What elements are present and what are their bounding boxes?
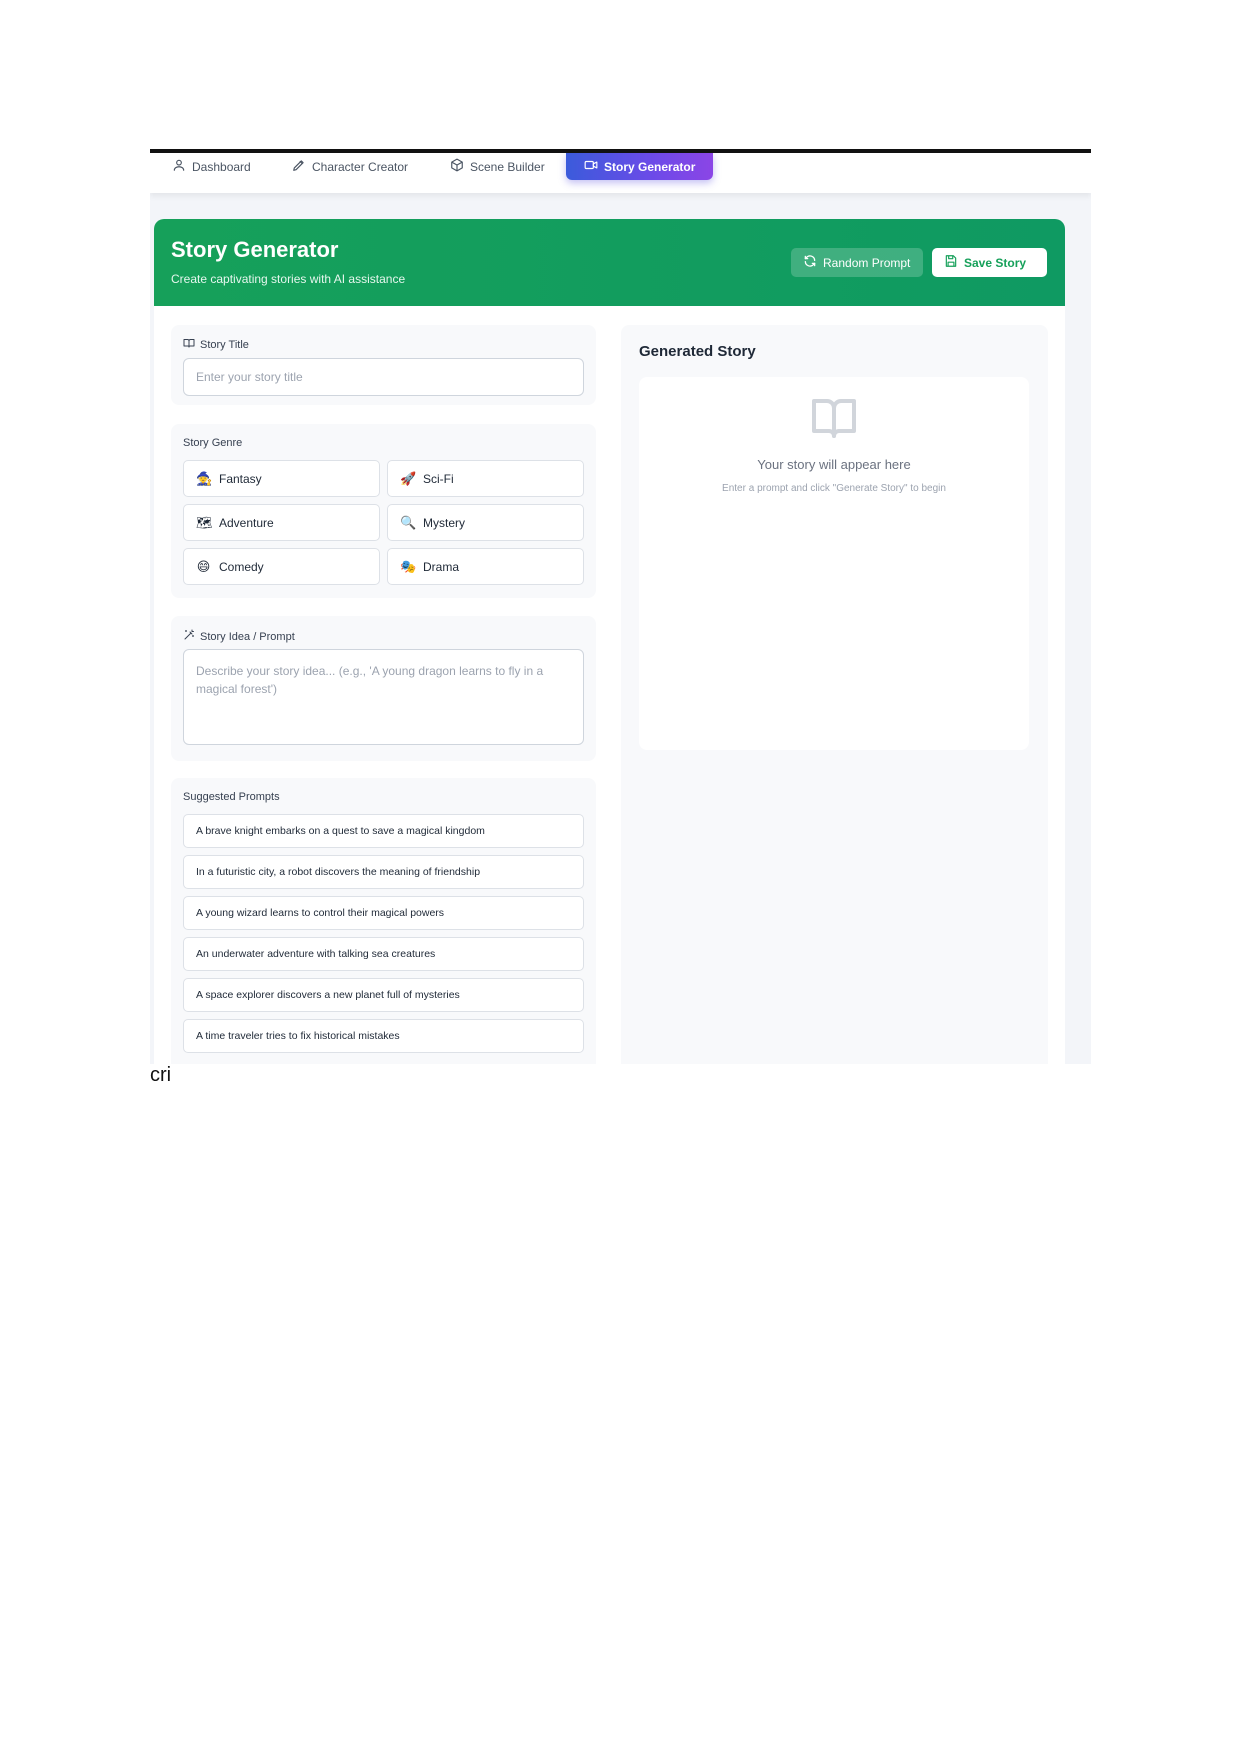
map-icon: 🗺: [196, 514, 213, 530]
magnifier-icon: 🔍: [400, 514, 417, 530]
genre-label: Fantasy: [219, 471, 262, 486]
video-icon: [584, 158, 598, 175]
footer-text: cri: [150, 1064, 172, 1086]
empty-state-title: Your story will appear here: [757, 457, 911, 472]
empty-state-hint: Enter a prompt and click "Generate Story…: [722, 483, 946, 494]
genre-sci-fi[interactable]: 🚀 Sci-Fi: [387, 460, 584, 497]
suggested-prompt[interactable]: A brave knight embarks on a quest to sav…: [183, 814, 584, 848]
genre-label: Comedy: [219, 559, 264, 574]
book-open-icon: [810, 395, 858, 440]
page-title: Story Generator: [171, 237, 339, 262]
genre-comedy[interactable]: 😄 Comedy: [183, 548, 380, 585]
suggested-prompt[interactable]: A space explorer discovers a new planet …: [183, 978, 584, 1012]
generated-story-panel: Generated Story Your story will appear h…: [621, 325, 1048, 1064]
suggested-prompts-section: Suggested Prompts A brave knight embarks…: [171, 778, 596, 1064]
rocket-icon: 🚀: [400, 470, 417, 486]
story-prompt-label-row: Story Idea / Prompt: [183, 629, 295, 644]
top-navigation: Dashboard Character Creator Scene Builde…: [150, 153, 1091, 193]
save-icon: [944, 254, 958, 271]
random-prompt-button[interactable]: Random Prompt: [791, 248, 923, 277]
page-header: Story Generator Create captivating stori…: [154, 219, 1065, 306]
save-story-button[interactable]: Save Story: [932, 248, 1047, 277]
suggested-prompt[interactable]: A young wizard learns to control their m…: [183, 896, 584, 930]
magic-wand-icon: [183, 629, 195, 644]
story-prompt-textarea[interactable]: [183, 649, 584, 745]
genre-mystery[interactable]: 🔍 Mystery: [387, 504, 584, 541]
wizard-icon: 🧙: [196, 470, 213, 486]
nav-character-creator-label: Character Creator: [312, 159, 409, 174]
book-open-icon: [183, 337, 195, 352]
genre-label: Drama: [423, 559, 460, 574]
brush-icon: [292, 158, 306, 175]
nav-story-generator[interactable]: Story Generator: [566, 153, 714, 180]
smile-icon: 😄: [196, 558, 211, 574]
story-genre-section: Story Genre 🧙 Fantasy 🚀 Sci-Fi 🗺 Adventu…: [171, 424, 596, 598]
nav-character-creator[interactable]: Character Creator: [292, 153, 408, 180]
genre-fantasy[interactable]: 🧙 Fantasy: [183, 460, 380, 497]
story-generator-card: Story Generator Create captivating stori…: [154, 219, 1065, 1064]
suggested-prompt[interactable]: In a futuristic city, a robot discovers …: [183, 855, 584, 889]
generated-story-title: Generated Story: [639, 343, 756, 360]
genre-label: Mystery: [423, 515, 465, 530]
genre-adventure[interactable]: 🗺 Adventure: [183, 504, 380, 541]
user-icon: [172, 158, 186, 175]
theater-masks-icon: 🎭: [400, 558, 417, 574]
random-prompt-label: Random Prompt: [823, 255, 911, 270]
cube-icon: [450, 158, 464, 175]
story-prompt-label: Story Idea / Prompt: [200, 630, 295, 643]
page-subtitle: Create captivating stories with AI assis…: [171, 272, 406, 286]
nav-story-generator-label: Story Generator: [604, 159, 696, 174]
refresh-icon: [803, 254, 817, 271]
nav-dashboard[interactable]: Dashboard: [172, 153, 251, 180]
story-prompt-section: Story Idea / Prompt: [171, 616, 596, 761]
genre-label: Sci-Fi: [423, 471, 454, 486]
nav-scene-builder-label: Scene Builder: [470, 159, 545, 174]
nav-scene-builder[interactable]: Scene Builder: [450, 153, 545, 180]
suggested-prompt[interactable]: An underwater adventure with talking sea…: [183, 937, 584, 971]
suggested-prompt[interactable]: A time traveler tries to fix historical …: [183, 1019, 584, 1053]
story-title-section: Story Title: [171, 325, 596, 405]
genre-drama[interactable]: 🎭 Drama: [387, 548, 584, 585]
story-title-input[interactable]: [183, 358, 584, 396]
app-frame: Dashboard Character Creator Scene Builde…: [150, 149, 1091, 1064]
nav-dashboard-label: Dashboard: [192, 159, 251, 174]
genre-label: Adventure: [219, 515, 274, 530]
story-genre-label: Story Genre: [183, 437, 243, 449]
save-story-label: Save Story: [964, 255, 1027, 270]
story-title-label: Story Title: [200, 338, 249, 351]
story-output-area: Your story will appear here Enter a prom…: [639, 377, 1029, 750]
story-title-label-row: Story Title: [183, 337, 249, 352]
suggested-prompts-label: Suggested Prompts: [183, 791, 280, 803]
